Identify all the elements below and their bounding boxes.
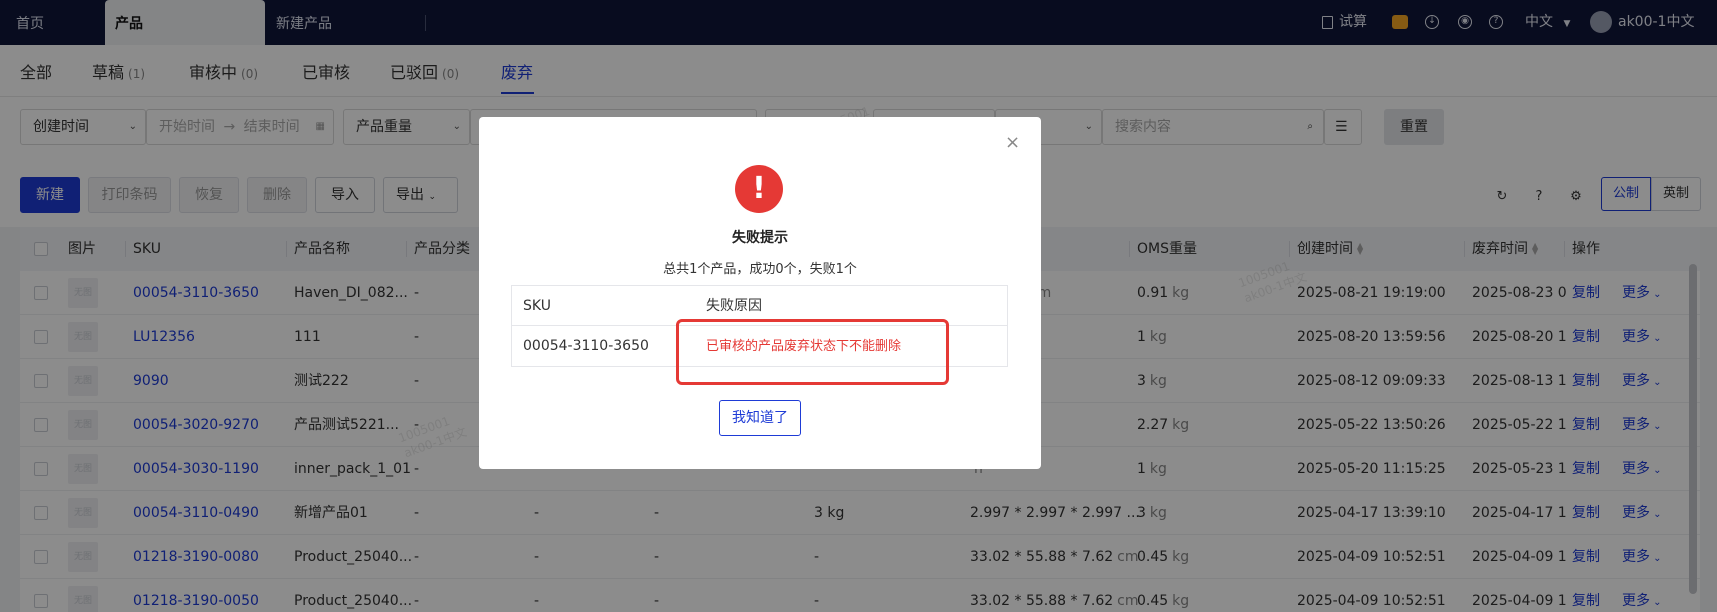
failure-dialog: × ! 失败提示 总共1个产品，成功0个，失败1个 SKU 失败原因 00054… (479, 117, 1041, 469)
error-icon: ! (735, 165, 783, 213)
acknowledge-button[interactable]: 我知道了 (719, 400, 801, 436)
failure-row-sku: 00054-3110-3650 (523, 338, 649, 354)
failure-col-sku: SKU (523, 298, 551, 314)
dialog-title: 失败提示 (732, 230, 788, 246)
annotation-highlight (676, 319, 949, 385)
close-icon[interactable]: × (1005, 132, 1020, 153)
dialog-summary: 总共1个产品，成功0个，失败1个 (663, 262, 857, 277)
